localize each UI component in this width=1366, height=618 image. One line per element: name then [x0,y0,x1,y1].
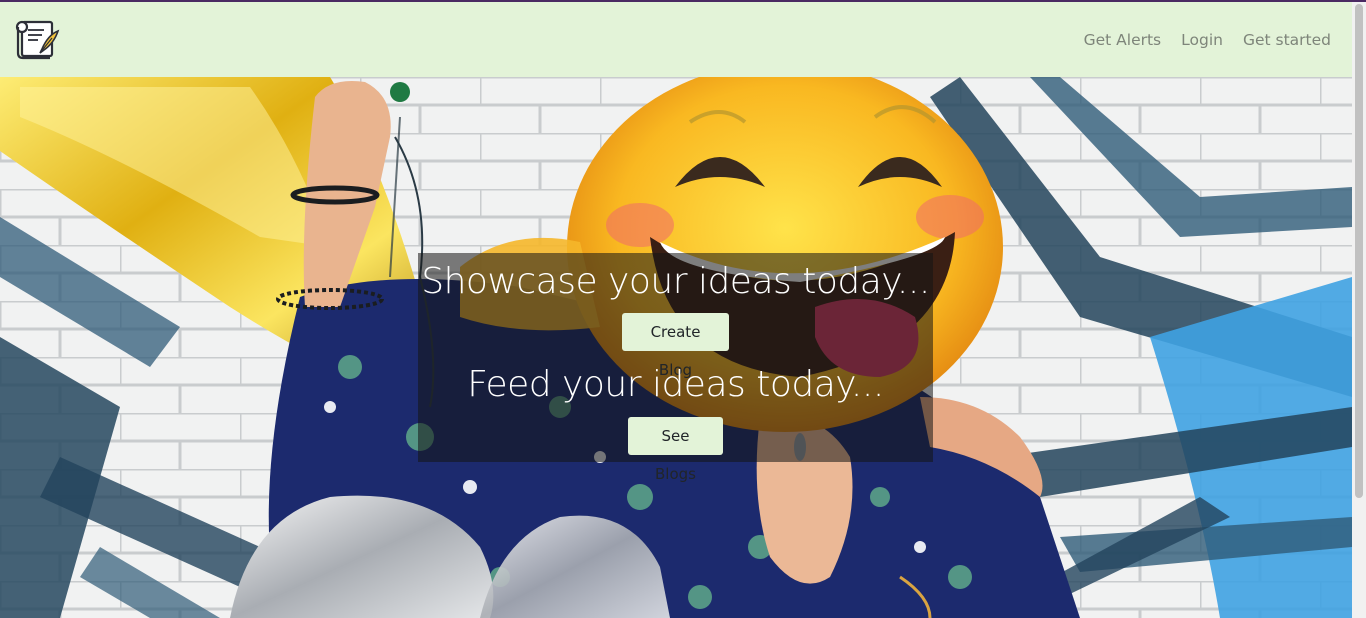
scrollbar-thumb[interactable] [1355,4,1363,498]
nav-link-get-started[interactable]: Get started [1243,23,1331,57]
navbar: Get Alerts Login Get started [0,2,1352,77]
scroll-quill-logo-icon [15,20,60,59]
hero-title-feed: Feed your ideas today... [467,364,884,405]
vertical-scrollbar[interactable] [1352,2,1366,618]
see-blogs-button[interactable]: See Blogs [628,417,723,483]
hero-overlay: Showcase your ideas today... Create Blog… [418,253,933,483]
brand-logo[interactable] [14,19,60,61]
nav-links: Get Alerts Login Get started [1064,23,1331,57]
hero-title-showcase: Showcase your ideas today... [421,261,930,302]
hero-section: Showcase your ideas today... Create Blog… [0,77,1352,618]
nav-link-login[interactable]: Login [1181,23,1223,57]
create-blog-button[interactable]: Create Blog [622,313,729,379]
page: Get Alerts Login Get started Showcase yo… [0,0,1366,618]
nav-link-get-alerts[interactable]: Get Alerts [1084,23,1162,57]
